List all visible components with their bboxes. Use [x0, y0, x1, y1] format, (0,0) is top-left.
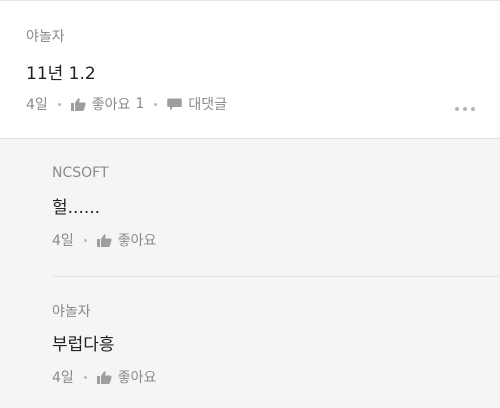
reply-time: 4일 [52, 370, 74, 386]
reply-author[interactable]: NCSOFT [52, 165, 109, 181]
more-dots-icon[interactable] [455, 101, 475, 117]
reply-label: 대댓글 [188, 97, 227, 113]
reply-button[interactable]: 대댓글 [167, 94, 227, 114]
like-label: 좋아요 [117, 370, 157, 386]
reply-meta: 4일 좋아요 [52, 230, 156, 250]
comment-text: 11년 1.2 [26, 64, 96, 84]
separator-dot [83, 375, 87, 379]
comment-meta: 4일 좋아요 1 대댓글 [26, 94, 227, 114]
like-button[interactable]: 좋아요 1 [70, 94, 145, 114]
comment-author[interactable]: 야놀자 [26, 26, 65, 46]
like-label: 좋아요 [91, 97, 131, 113]
thumbs-up-icon [96, 233, 112, 247]
speech-bubble-icon [167, 98, 183, 111]
reply-meta: 4일 좋아요 [52, 367, 156, 387]
comment-thread: 야놀자 11년 1.2 4일 좋아요 1 대댓글 NCSOFT 헐...... … [0, 0, 500, 408]
reply-text: 부럽다흥 [52, 335, 115, 355]
separator-dot [83, 238, 87, 242]
reply-text: 헐...... [52, 198, 101, 218]
like-count: 1 [135, 96, 145, 112]
reply-item: NCSOFT 헐...... 4일 좋아요 [0, 140, 500, 277]
like-button[interactable]: 좋아요 [96, 230, 157, 250]
reply-item: 야놀자 부럽다흥 4일 좋아요 [0, 277, 500, 408]
thumbs-up-icon [70, 97, 86, 111]
reply-author[interactable]: 야놀자 [52, 301, 91, 321]
separator-dot [57, 102, 61, 106]
separator-dot [154, 102, 158, 106]
like-button[interactable]: 좋아요 [96, 367, 157, 387]
reply-time: 4일 [52, 233, 74, 249]
comment-time: 4일 [26, 97, 48, 113]
comment-card: 야놀자 11년 1.2 4일 좋아요 1 대댓글 [0, 0, 500, 139]
like-label: 좋아요 [117, 233, 157, 249]
thumbs-up-icon [96, 370, 112, 384]
